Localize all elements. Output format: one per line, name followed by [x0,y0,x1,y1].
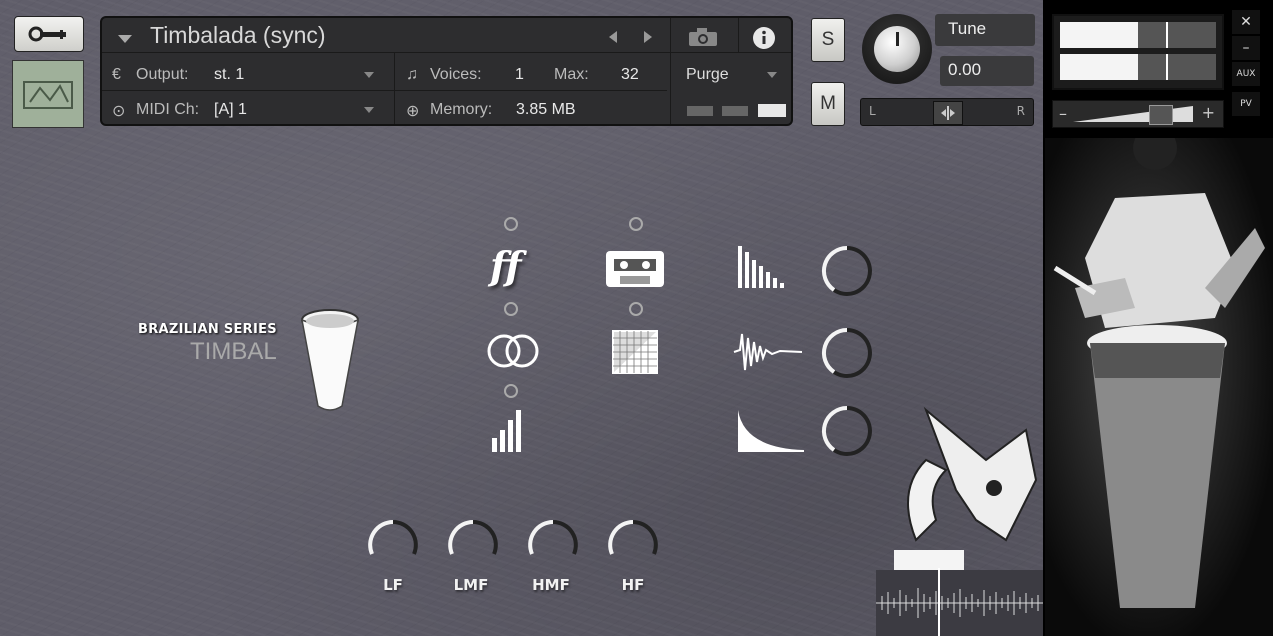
release-bars-icon[interactable] [736,244,788,290]
eq-lmf-label: LMF [453,576,489,594]
close-button[interactable]: ✕ [1232,10,1260,34]
stereo-width-icon[interactable] [484,332,542,370]
output-select[interactable]: st. 1 [214,66,244,84]
volume-handle[interactable] [1149,105,1173,125]
tape-cassette-icon[interactable] [604,248,666,290]
memory-icon: ⊕ [406,103,420,120]
performer-photo [1045,138,1273,636]
max-label: Max: [554,66,589,83]
midi-dropdown-icon[interactable] [364,107,374,113]
tune-value: 0.00 [948,60,982,79]
instrument-header: Timbalada (sync) € Output: st. 1 ♫ Voice… [100,16,793,126]
info-icon[interactable] [752,26,776,50]
midi-channel-select[interactable]: [A] 1 [214,101,247,119]
decay-knob[interactable] [820,404,874,458]
timbal-drum-icon [301,309,359,411]
volume-ramp [1073,106,1193,122]
tune-label-box: Tune [935,14,1035,46]
purge-dropdown-icon[interactable] [767,72,777,78]
voices-icon: ♫ [406,66,418,83]
aux-button[interactable]: AUX [1232,62,1260,86]
dynamics-icon[interactable]: ff [490,243,521,288]
output-icon: € [112,66,121,83]
mute-button[interactable]: M [811,82,845,126]
minimize-button[interactable]: – [1232,36,1260,60]
eq-lf-label: LF [383,576,403,594]
library-logo-icon [23,81,73,109]
meter-left-fill [1060,22,1138,48]
memory-value: 3.85 MB [516,101,576,118]
drummer-illustration [1053,138,1265,608]
eq-lmf-knob[interactable] [446,518,500,572]
lofi-toggle-led[interactable] [629,302,643,316]
tune-knob[interactable] [862,14,932,84]
eq-lf-knob[interactable] [366,518,420,572]
volume-minus-button[interactable]: – [1059,104,1067,123]
voices-value: 1 [515,66,524,83]
pan-center-icon [941,106,955,120]
eq-hf-label: HF [621,576,645,594]
output-dropdown-icon[interactable] [364,72,374,78]
wrench-icon [28,26,66,42]
output-label: Output: [136,66,189,83]
eq-hmf-label: HMF [532,576,570,594]
meter-right-fill [1060,54,1138,80]
tape-toggle-led[interactable] [629,217,643,231]
stereo-toggle-led[interactable] [504,302,518,316]
instrument-name[interactable]: Timbalada (sync) [150,22,326,49]
collapse-icon[interactable] [118,35,132,43]
cpu-indicator [687,106,713,116]
pan-right-label: R [1016,104,1025,118]
waveform-icon[interactable] [732,330,804,374]
prev-instrument-icon[interactable] [607,30,619,44]
output-level-meter [1052,14,1224,90]
series-label: BRAZILIAN SERIES [138,322,277,337]
pan-left-label: L [869,104,876,118]
midi-channel-label: MIDI Ch: [136,101,200,118]
instrument-title: TIMBAL [190,338,277,365]
pan-handle[interactable] [933,101,963,125]
volume-plus-button[interactable]: + [1202,103,1215,122]
instrument-thumbnail[interactable] [12,60,84,128]
eq-hf-knob[interactable] [606,518,660,572]
gramophone-dog-logo [876,406,1043,636]
pan-slider[interactable]: L R [860,98,1034,126]
decay-envelope-icon[interactable] [736,408,806,454]
memory-label: Memory: [430,101,493,118]
tune-value-field[interactable]: 0.00 [940,56,1034,86]
waveform-knob[interactable] [820,326,874,380]
purge-button[interactable]: Purge [686,66,729,84]
volume-slider[interactable]: – + [1052,100,1224,128]
instrument-options-button[interactable] [14,16,84,52]
next-instrument-icon[interactable] [642,30,654,44]
equalizer-bars-icon[interactable] [490,408,528,454]
lofi-grid-icon[interactable] [612,330,658,374]
release-knob[interactable] [820,244,874,298]
disk-indicator [722,106,748,116]
pv-button[interactable]: PV [1232,92,1260,116]
tune-label: Tune [948,19,987,38]
solo-button[interactable]: S [811,18,845,62]
camera-icon[interactable] [687,27,719,47]
eq-toggle-led[interactable] [504,384,518,398]
max-voices-field[interactable]: 32 [621,66,639,84]
midi-icon: ⊙ [112,103,126,120]
voices-label: Voices: [430,66,482,83]
activity-indicator [758,104,786,117]
eq-hmf-knob[interactable] [526,518,580,572]
ff-toggle-led[interactable] [504,217,518,231]
